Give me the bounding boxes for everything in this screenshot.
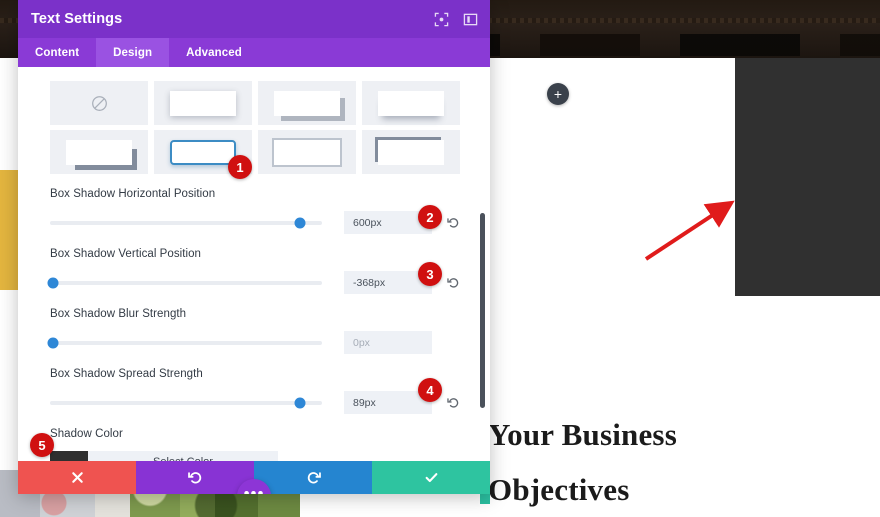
annotation-badge-1: 1 (228, 155, 252, 179)
preset-soft-drop[interactable] (154, 81, 252, 125)
modal-scrollbar[interactable] (480, 213, 485, 408)
cancel-button[interactable] (18, 461, 136, 494)
preset-thumb (170, 139, 236, 165)
page-heading-line-1: Your Business (488, 417, 677, 452)
control-shadow-color: Shadow Color Select Color (50, 428, 460, 461)
control-label: Box Shadow Horizontal Position (50, 188, 216, 200)
left-accent-bar (0, 170, 18, 290)
control-label: Shadow Color (50, 428, 123, 440)
modal-body: Box Shadow Horizontal Position 600px Box… (18, 67, 490, 461)
modal-title: Text Settings (31, 11, 123, 27)
blur-strength-value[interactable]: 0px (344, 331, 432, 354)
vertical-position-slider[interactable] (47, 277, 322, 289)
screen: Your Business Objectives + Text Settings (0, 0, 880, 517)
panel-layout-icon[interactable] (463, 12, 478, 27)
annotation-badge-5: 5 (30, 433, 54, 457)
preset-thumb (378, 139, 444, 165)
control-label: Box Shadow Blur Strength (50, 308, 187, 320)
redo-icon (307, 472, 321, 484)
tab-content[interactable]: Content (18, 38, 96, 67)
annotation-badge-4: 4 (418, 378, 442, 402)
slider-knob[interactable] (294, 397, 306, 409)
undo-icon (187, 472, 201, 484)
preset-thumb (170, 90, 236, 116)
control-label: Box Shadow Vertical Position (50, 248, 201, 260)
slider-knob[interactable] (47, 337, 59, 349)
preset-top-left-corner[interactable] (362, 130, 460, 174)
tab-design[interactable]: Design (96, 38, 170, 67)
redo-button[interactable] (254, 461, 372, 494)
add-module-button[interactable]: + (547, 83, 569, 105)
slider-knob[interactable] (47, 277, 59, 289)
page-heading-line-2: Objectives (488, 472, 630, 507)
modal-header-icons (434, 0, 478, 38)
preset-thumb (274, 139, 340, 165)
preset-thumb (274, 90, 340, 116)
tab-advanced[interactable]: Advanced (169, 38, 259, 67)
select-color-button[interactable]: Select Color (88, 451, 278, 461)
shadow-color-swatch[interactable] (50, 451, 88, 461)
control-box-shadow-blur-strength: Box Shadow Blur Strength 0px (47, 308, 460, 354)
annotation-badge-3: 3 (418, 262, 442, 286)
spread-strength-slider[interactable] (50, 397, 322, 409)
modal-tabbar: Content Design Advanced (18, 38, 490, 67)
close-icon (71, 472, 83, 483)
control-box-shadow-horizontal-position: Box Shadow Horizontal Position 600px (50, 188, 460, 234)
check-icon (425, 473, 437, 483)
rendered-box-shadow-block (735, 58, 880, 296)
preset-thumb (66, 139, 132, 165)
save-button[interactable] (372, 461, 490, 494)
undo-button[interactable] (136, 461, 254, 494)
reset-icon[interactable] (447, 396, 460, 409)
preset-bottom-right-hard[interactable] (258, 81, 356, 125)
reset-icon[interactable] (447, 216, 460, 229)
slider-knob[interactable] (294, 217, 306, 229)
modal-action-bar: ••• (18, 461, 490, 494)
no-shadow-icon (91, 95, 107, 111)
control-box-shadow-vertical-position: Box Shadow Vertical Position -368px (47, 248, 460, 294)
text-settings-modal: Text Settings Content Design Advanced Bo… (18, 0, 490, 494)
box-shadow-preset-grid (50, 81, 460, 174)
preset-bottom-right-bar[interactable] (50, 130, 148, 174)
control-box-shadow-spread-strength: Box Shadow Spread Strength 89px (50, 368, 460, 414)
horizontal-position-slider[interactable] (50, 217, 322, 229)
preset-bottom-blur[interactable] (362, 81, 460, 125)
preset-full-outline[interactable] (258, 130, 356, 174)
preset-thumb (378, 90, 444, 116)
control-label: Box Shadow Spread Strength (50, 368, 203, 380)
blur-strength-slider[interactable] (47, 337, 322, 349)
focus-target-icon[interactable] (434, 12, 449, 27)
preset-no-shadow[interactable] (50, 81, 148, 125)
annotation-badge-2: 2 (418, 205, 442, 229)
modal-header: Text Settings (18, 0, 490, 38)
reset-icon[interactable] (447, 276, 460, 289)
